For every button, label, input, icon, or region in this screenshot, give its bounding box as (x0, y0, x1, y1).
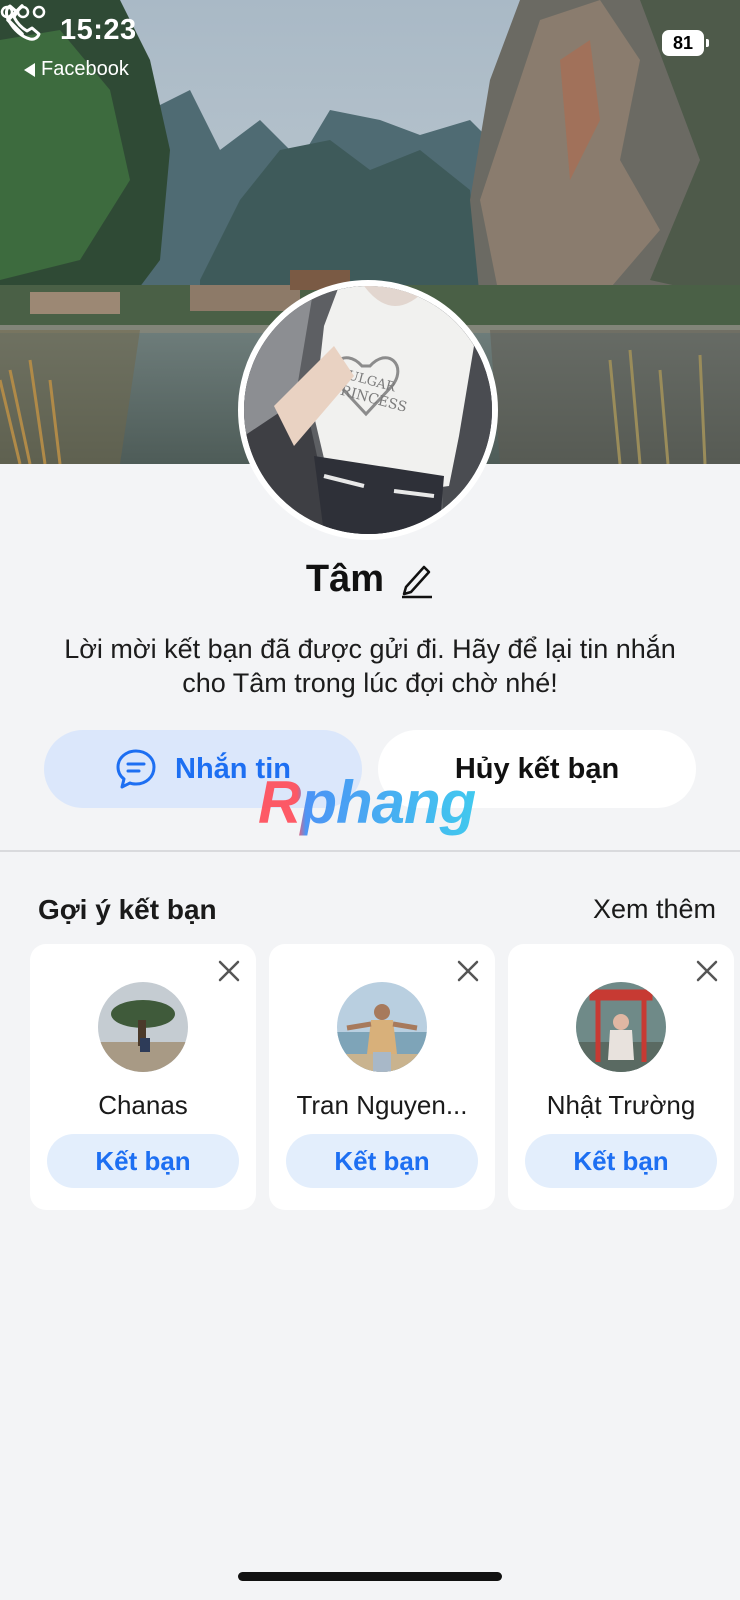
info-line-1: Lời mời kết bạn đã được gửi đi. Hãy để l… (64, 634, 676, 664)
suggestion-name: Nhật Trường (546, 1090, 696, 1120)
more-icon[interactable] (0, 0, 46, 24)
suggestions-title: Gợi ý kết bạn (38, 894, 217, 925)
suggestion-card: Chanas Kết bạn (30, 944, 256, 1210)
status-time: 15:23 (60, 14, 137, 46)
battery-indicator: 81 (662, 30, 709, 56)
suggestion-card: Tran Nguyen... Kết bạn (269, 944, 495, 1210)
suggestion-card: Nhật Trường Kết bạn (508, 944, 734, 1210)
suggestion-name: Tran Nguyen... (296, 1090, 468, 1120)
add-friend-button[interactable]: Kết bạn (286, 1134, 478, 1188)
close-icon[interactable] (216, 958, 242, 984)
suggestion-avatar[interactable] (98, 982, 188, 1072)
edit-pencil-icon[interactable] (398, 561, 434, 599)
suggestion-avatar[interactable] (337, 982, 427, 1072)
suggestion-name: Chanas (98, 1090, 188, 1120)
return-to-app[interactable]: Facebook (24, 58, 129, 81)
unfriend-button-label: Hủy kết bạn (454, 752, 620, 785)
status-icons: 81 (662, 30, 709, 56)
home-indicator[interactable] (238, 1572, 502, 1581)
return-app-label: Facebook (41, 58, 129, 80)
suggestion-avatar[interactable] (576, 982, 666, 1072)
profile-avatar[interactable]: VULGAR PRINCESS (238, 280, 498, 540)
add-friend-button[interactable]: Kết bạn (525, 1134, 717, 1188)
close-icon[interactable] (694, 958, 720, 984)
info-line-2: cho Tâm trong lúc đợi chờ nhé! (182, 668, 558, 698)
message-bubble-icon (116, 749, 156, 789)
see-more-link[interactable]: Xem thêm (593, 894, 716, 925)
avatar-photo: VULGAR PRINCESS (244, 286, 492, 534)
return-triangle-icon (24, 62, 35, 77)
close-icon[interactable] (455, 958, 481, 984)
profile-name: Tâm (305, 558, 385, 600)
profile-name-row: Tâm (0, 558, 740, 601)
watermark-logo: Rphang (258, 769, 476, 836)
friend-request-info: Lời mời kết bạn đã được gửi đi. Hãy để l… (30, 632, 710, 700)
add-friend-button[interactable]: Kết bạn (47, 1134, 239, 1188)
section-divider (0, 850, 740, 852)
